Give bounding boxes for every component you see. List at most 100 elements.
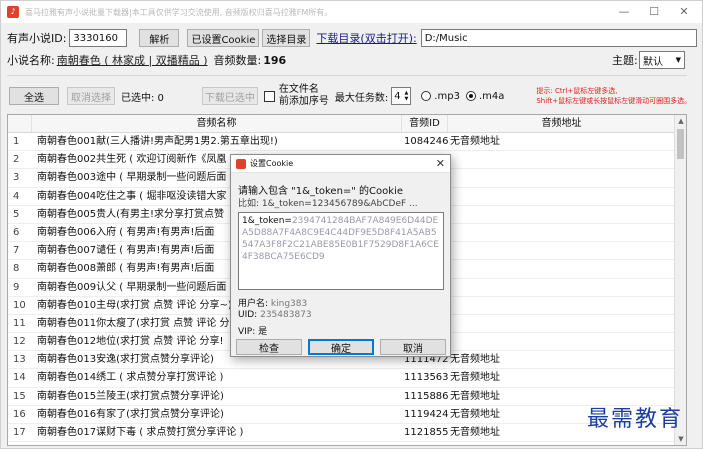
row-audio-name: 南朝春色016有家了(求打赏点赞分享评论) bbox=[37, 408, 224, 420]
minimize-button[interactable]: — bbox=[612, 3, 636, 21]
scroll-up-icon[interactable]: ▲ bbox=[675, 115, 686, 127]
max-tasks-label: 最大任务数: bbox=[334, 92, 389, 104]
dialog-title: 设置Cookie bbox=[250, 159, 294, 168]
cookie-prefix: 1&_token= bbox=[242, 216, 292, 226]
dialog-title-bar: 设置Cookie ✕ bbox=[231, 155, 450, 173]
row-audio-address bbox=[448, 297, 676, 314]
audio-count-label: 音频数量: bbox=[213, 54, 262, 67]
app-icon: ♪ bbox=[7, 6, 19, 18]
format-mp3-label: .mp3 bbox=[434, 90, 460, 102]
window-controls: — ☐ ✕ bbox=[612, 3, 696, 21]
scroll-thumb[interactable] bbox=[677, 129, 684, 159]
uid-label: UID: bbox=[238, 310, 258, 320]
download-dir-link[interactable]: 下载目录(双击打开): bbox=[316, 30, 416, 46]
row-audio-name: 南朝春色014绣工 ( 求点赞分享打赏评论 ) bbox=[37, 372, 224, 384]
id-row: 有声小说ID: 3330160 解析 已设置Cookie 选择目录 下载目录(双… bbox=[1, 28, 702, 48]
table-row[interactable]: 17南朝春色017谋财下毒 ( 求点赞打赏分享评论 )11218554无音频地址 bbox=[8, 424, 676, 443]
table-row[interactable]: 1 南朝春色001献(三人播讲!男声配男1男2.第五章出现!) 10842467无音… bbox=[8, 133, 676, 152]
prefix-index-line2: 前添加序号 bbox=[278, 96, 329, 107]
dialog-buttons: 检查 确定 取消 bbox=[236, 339, 446, 355]
spin-arrows-icon[interactable]: ▲ ▼ bbox=[404, 90, 408, 102]
table-row[interactable]: 15南朝春色015兰陵王(求打赏点赞分享评论)11158866无音频地址 bbox=[8, 388, 676, 406]
info-row: 小说名称: 南朝春色 ( 林家成 | 双播精品 ) 音频数量: 196 主题: … bbox=[1, 51, 702, 69]
row-index: 4 bbox=[13, 190, 20, 202]
table-header: 音频名称 音频ID 音频地址 bbox=[8, 115, 676, 133]
uid-value: 235483873 bbox=[260, 310, 312, 320]
window-title: 喜马拉雅有声小说批量下载器|本工具仅供学习交流使用, 音频版权归喜马拉雅FM所有… bbox=[25, 7, 333, 17]
dialog-app-icon bbox=[236, 158, 246, 169]
row-index: 8 bbox=[13, 263, 20, 275]
download-selected-button[interactable]: 下载已选中 bbox=[201, 87, 258, 105]
row-audio-address bbox=[448, 206, 676, 223]
row-index: 7 bbox=[13, 245, 20, 257]
cancel-select-button[interactable]: 取消选择 bbox=[67, 87, 115, 105]
prefix-index-checkbox[interactable] bbox=[263, 90, 275, 102]
row-index: 17 bbox=[13, 427, 26, 438]
novel-id-input[interactable]: 3330160 bbox=[69, 29, 128, 47]
row-index: 2 bbox=[13, 154, 20, 166]
row-audio-address bbox=[448, 169, 676, 186]
selected-count: 已选中: 0 bbox=[121, 92, 164, 104]
dialog-prompt: 请输入包含 "1&_token=" 的Cookie bbox=[238, 186, 403, 197]
row-audio-address: 无音频地址 bbox=[450, 136, 500, 147]
format-m4a-radio[interactable] bbox=[465, 91, 476, 101]
dialog-example: 比如: 1&_token=123456789&AbCDeF ... bbox=[238, 199, 418, 209]
cookie-textarea[interactable]: 1&_token=2394741284BAF7A849E6D44DEA5D88A… bbox=[238, 212, 444, 290]
format-mp3-radio[interactable] bbox=[421, 91, 432, 101]
prefix-index-label: 在文件名 前添加序号 bbox=[279, 84, 329, 108]
maximize-button[interactable]: ☐ bbox=[642, 3, 666, 21]
ok-button[interactable]: 确定 bbox=[308, 339, 374, 355]
novel-id-label: 有声小说ID: bbox=[7, 32, 67, 45]
user-value: king383 bbox=[270, 299, 308, 309]
chevron-down-icon: ▼ bbox=[675, 56, 681, 64]
user-label: 用户名: bbox=[238, 299, 269, 309]
row-audio-address bbox=[448, 151, 676, 168]
row-audio-name: 南朝春色015兰陵王(求打赏点赞分享评论) bbox=[37, 390, 224, 402]
vip-label: VIP: bbox=[238, 327, 256, 337]
vertical-scrollbar[interactable]: ▲ ▼ bbox=[674, 115, 686, 445]
table-row[interactable]: 16南朝春色016有家了(求打赏点赞分享评论)11194245无音频地址 bbox=[8, 406, 676, 424]
vip-value: 是 bbox=[258, 327, 268, 337]
check-button[interactable]: 检查 bbox=[236, 339, 302, 355]
close-button[interactable]: ✕ bbox=[672, 3, 696, 21]
row-audio-address: 无音频地址 bbox=[450, 354, 500, 366]
dialog-close-icon[interactable]: ✕ bbox=[436, 157, 445, 170]
header-audio-address[interactable]: 音频地址 bbox=[448, 115, 676, 132]
theme-value: 默认 bbox=[643, 56, 663, 68]
cookie-button[interactable]: 已设置Cookie bbox=[187, 29, 260, 47]
row-index: 11 bbox=[13, 317, 26, 329]
parse-button[interactable]: 解析 bbox=[139, 29, 180, 47]
toolbar: 全选 取消选择 已选中: 0 下载已选中 在文件名 前添加序号 最大任务数: 4… bbox=[1, 81, 702, 111]
row-audio-address bbox=[448, 242, 676, 259]
theme-select[interactable]: 默认 ▼ bbox=[639, 51, 685, 69]
header-audio-name[interactable]: 音频名称 bbox=[32, 115, 402, 132]
row-index: 15 bbox=[13, 390, 26, 402]
format-m4a-label: .m4a bbox=[478, 90, 505, 102]
audio-count-value: 196 bbox=[263, 53, 287, 67]
row-index: 9 bbox=[13, 281, 20, 293]
row-audio-address bbox=[448, 279, 676, 296]
header-audio-id[interactable]: 音频ID bbox=[402, 115, 448, 132]
watermark-text: 最需教育 bbox=[587, 407, 684, 432]
row-index: 10 bbox=[13, 299, 26, 311]
row-audio-name: 南朝春色017谋财下毒 ( 求点赞打赏分享评论 ) bbox=[37, 427, 244, 438]
uid-info: UID: 235483873 bbox=[238, 310, 312, 320]
choose-dir-button[interactable]: 选择目录 bbox=[262, 29, 311, 47]
row-audio-id: 11194245 bbox=[404, 408, 448, 420]
header-index bbox=[8, 115, 32, 132]
row-index: 14 bbox=[13, 372, 26, 384]
row-audio-id: 11158866 bbox=[404, 390, 448, 402]
novel-name-value[interactable]: 南朝春色 ( 林家成 | 双播精品 ) bbox=[57, 52, 208, 68]
table-row[interactable]: 14 南朝春色014绣工 ( 求点赞分享打赏评论 ) 11135637无音频地址 bbox=[8, 369, 676, 388]
row-audio-address bbox=[448, 315, 676, 332]
row-index: 13 bbox=[13, 354, 26, 366]
select-all-button[interactable]: 全选 bbox=[9, 87, 59, 105]
row-index: 6 bbox=[13, 226, 20, 238]
scroll-down-icon[interactable]: ▼ bbox=[675, 433, 686, 445]
cookie-dialog: 设置Cookie ✕ 请输入包含 "1&_token=" 的Cookie 比如:… bbox=[230, 154, 451, 357]
download-dir-input[interactable]: D:/Music bbox=[420, 29, 697, 47]
row-audio-id: 10842467 bbox=[404, 136, 448, 147]
row-index: 12 bbox=[13, 336, 26, 348]
cancel-button[interactable]: 取消 bbox=[380, 339, 446, 355]
max-tasks-stepper[interactable]: 4 ▲ ▼ bbox=[391, 87, 412, 105]
